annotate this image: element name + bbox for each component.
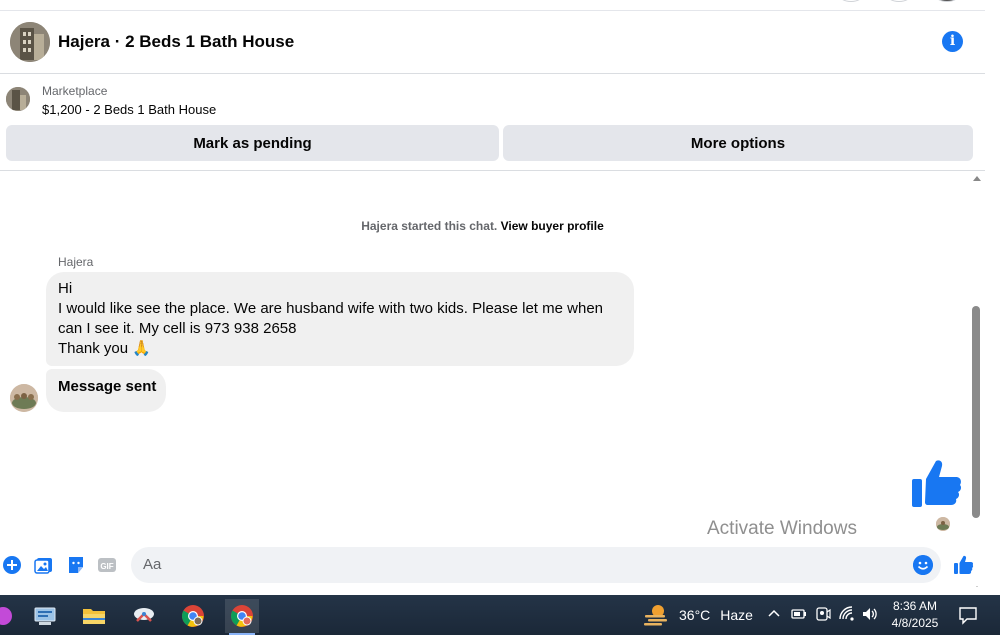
view-buyer-profile-link[interactable]: View buyer profile bbox=[501, 219, 604, 233]
taskbar-control-panel-icon[interactable] bbox=[28, 599, 62, 633]
chat-title[interactable]: Hajera · 2 Beds 1 Bath House bbox=[58, 32, 294, 52]
photo-icon[interactable] bbox=[34, 555, 54, 575]
chat-start-notice: Hajera started this chat. View buyer pro… bbox=[0, 219, 965, 233]
taskbar-snipping-tool-icon[interactable] bbox=[127, 599, 161, 633]
gif-icon[interactable]: GIF bbox=[97, 555, 117, 575]
chat-start-text: Hajera started this chat. bbox=[361, 219, 498, 233]
haze-weather-icon bbox=[644, 605, 667, 626]
message-bubble[interactable]: Hi I would like see the place. We are hu… bbox=[46, 272, 634, 366]
scroll-up-arrow-icon[interactable] bbox=[973, 176, 981, 181]
svg-text:GIF: GIF bbox=[100, 562, 113, 571]
notification-center-icon[interactable] bbox=[958, 605, 978, 625]
plus-icon[interactable] bbox=[2, 555, 22, 575]
marketplace-label: Marketplace bbox=[42, 84, 108, 98]
toolbar-button-edge[interactable] bbox=[838, 0, 864, 2]
info-icon[interactable]: i bbox=[942, 31, 963, 52]
windows-taskbar: 36°C Haze 8:36 AM 4/8/2025 bbox=[0, 595, 1000, 635]
listing-avatar[interactable] bbox=[10, 22, 50, 62]
scrollbar-thumb[interactable] bbox=[972, 306, 980, 518]
sent-like-icon[interactable] bbox=[906, 457, 964, 511]
like-icon[interactable] bbox=[952, 554, 974, 576]
taskbar-chrome-icon[interactable] bbox=[176, 599, 210, 633]
message-line: I would like see the place. We are husba… bbox=[58, 300, 604, 317]
chat-scrollbar[interactable] bbox=[970, 172, 985, 594]
messenger-window: Hajera · 2 Beds 1 Bath House i Marketpla… bbox=[0, 0, 1000, 635]
message-line: Hi bbox=[58, 280, 73, 297]
sticker-icon[interactable] bbox=[66, 555, 86, 575]
emoji-icon[interactable] bbox=[913, 555, 933, 575]
taskbar-file-explorer-icon[interactable] bbox=[77, 599, 111, 633]
mark-as-pending-button[interactable]: Mark as pending bbox=[6, 125, 499, 161]
message-line: Message sent bbox=[58, 378, 157, 395]
seen-receipt-avatar bbox=[936, 517, 950, 531]
toolbar-button-edge[interactable] bbox=[886, 0, 912, 2]
profile-avatar-edge[interactable] bbox=[934, 0, 960, 2]
chat-header: Hajera · 2 Beds 1 Bath House i bbox=[0, 12, 985, 74]
sender-name: Hajera bbox=[58, 255, 94, 269]
message-input[interactable]: Aa bbox=[131, 547, 941, 583]
battery-icon[interactable] bbox=[790, 605, 808, 623]
top-toolbar-edge bbox=[0, 0, 985, 11]
listing-price-title[interactable]: $1,200 - 2 Beds 1 Bath House bbox=[42, 102, 216, 117]
message-thread: Hajera started this chat. View buyer pro… bbox=[0, 172, 970, 544]
taskbar-chrome-profile-icon[interactable] bbox=[225, 599, 259, 635]
system-clock[interactable]: 8:36 AM 4/8/2025 bbox=[885, 598, 945, 632]
volume-icon[interactable] bbox=[861, 605, 879, 623]
listing-thumbnail[interactable] bbox=[6, 87, 30, 111]
weather-temperature: 36°C bbox=[679, 607, 711, 623]
meet-now-icon[interactable] bbox=[814, 605, 832, 623]
weather-description: Haze bbox=[720, 607, 753, 623]
taskbar-app-icon[interactable] bbox=[0, 599, 20, 633]
clock-date: 4/8/2025 bbox=[891, 616, 939, 630]
weather-widget[interactable]: 36°C Haze bbox=[643, 603, 753, 627]
more-options-button[interactable]: More options bbox=[503, 125, 973, 161]
message-composer: GIF Aa bbox=[0, 546, 985, 586]
wifi-icon[interactable] bbox=[838, 605, 856, 623]
message-bubble[interactable]: Message sent bbox=[46, 369, 166, 412]
chevron-up-icon[interactable] bbox=[765, 605, 783, 623]
message-line: can I see it. My cell is 973 938 2658 bbox=[58, 320, 297, 337]
marketplace-listing-panel: Marketplace $1,200 - 2 Beds 1 Bath House… bbox=[0, 75, 985, 171]
sender-avatar[interactable] bbox=[10, 384, 38, 412]
message-line: Thank you 🙏 bbox=[58, 340, 151, 357]
clock-time: 8:36 AM bbox=[892, 599, 938, 613]
